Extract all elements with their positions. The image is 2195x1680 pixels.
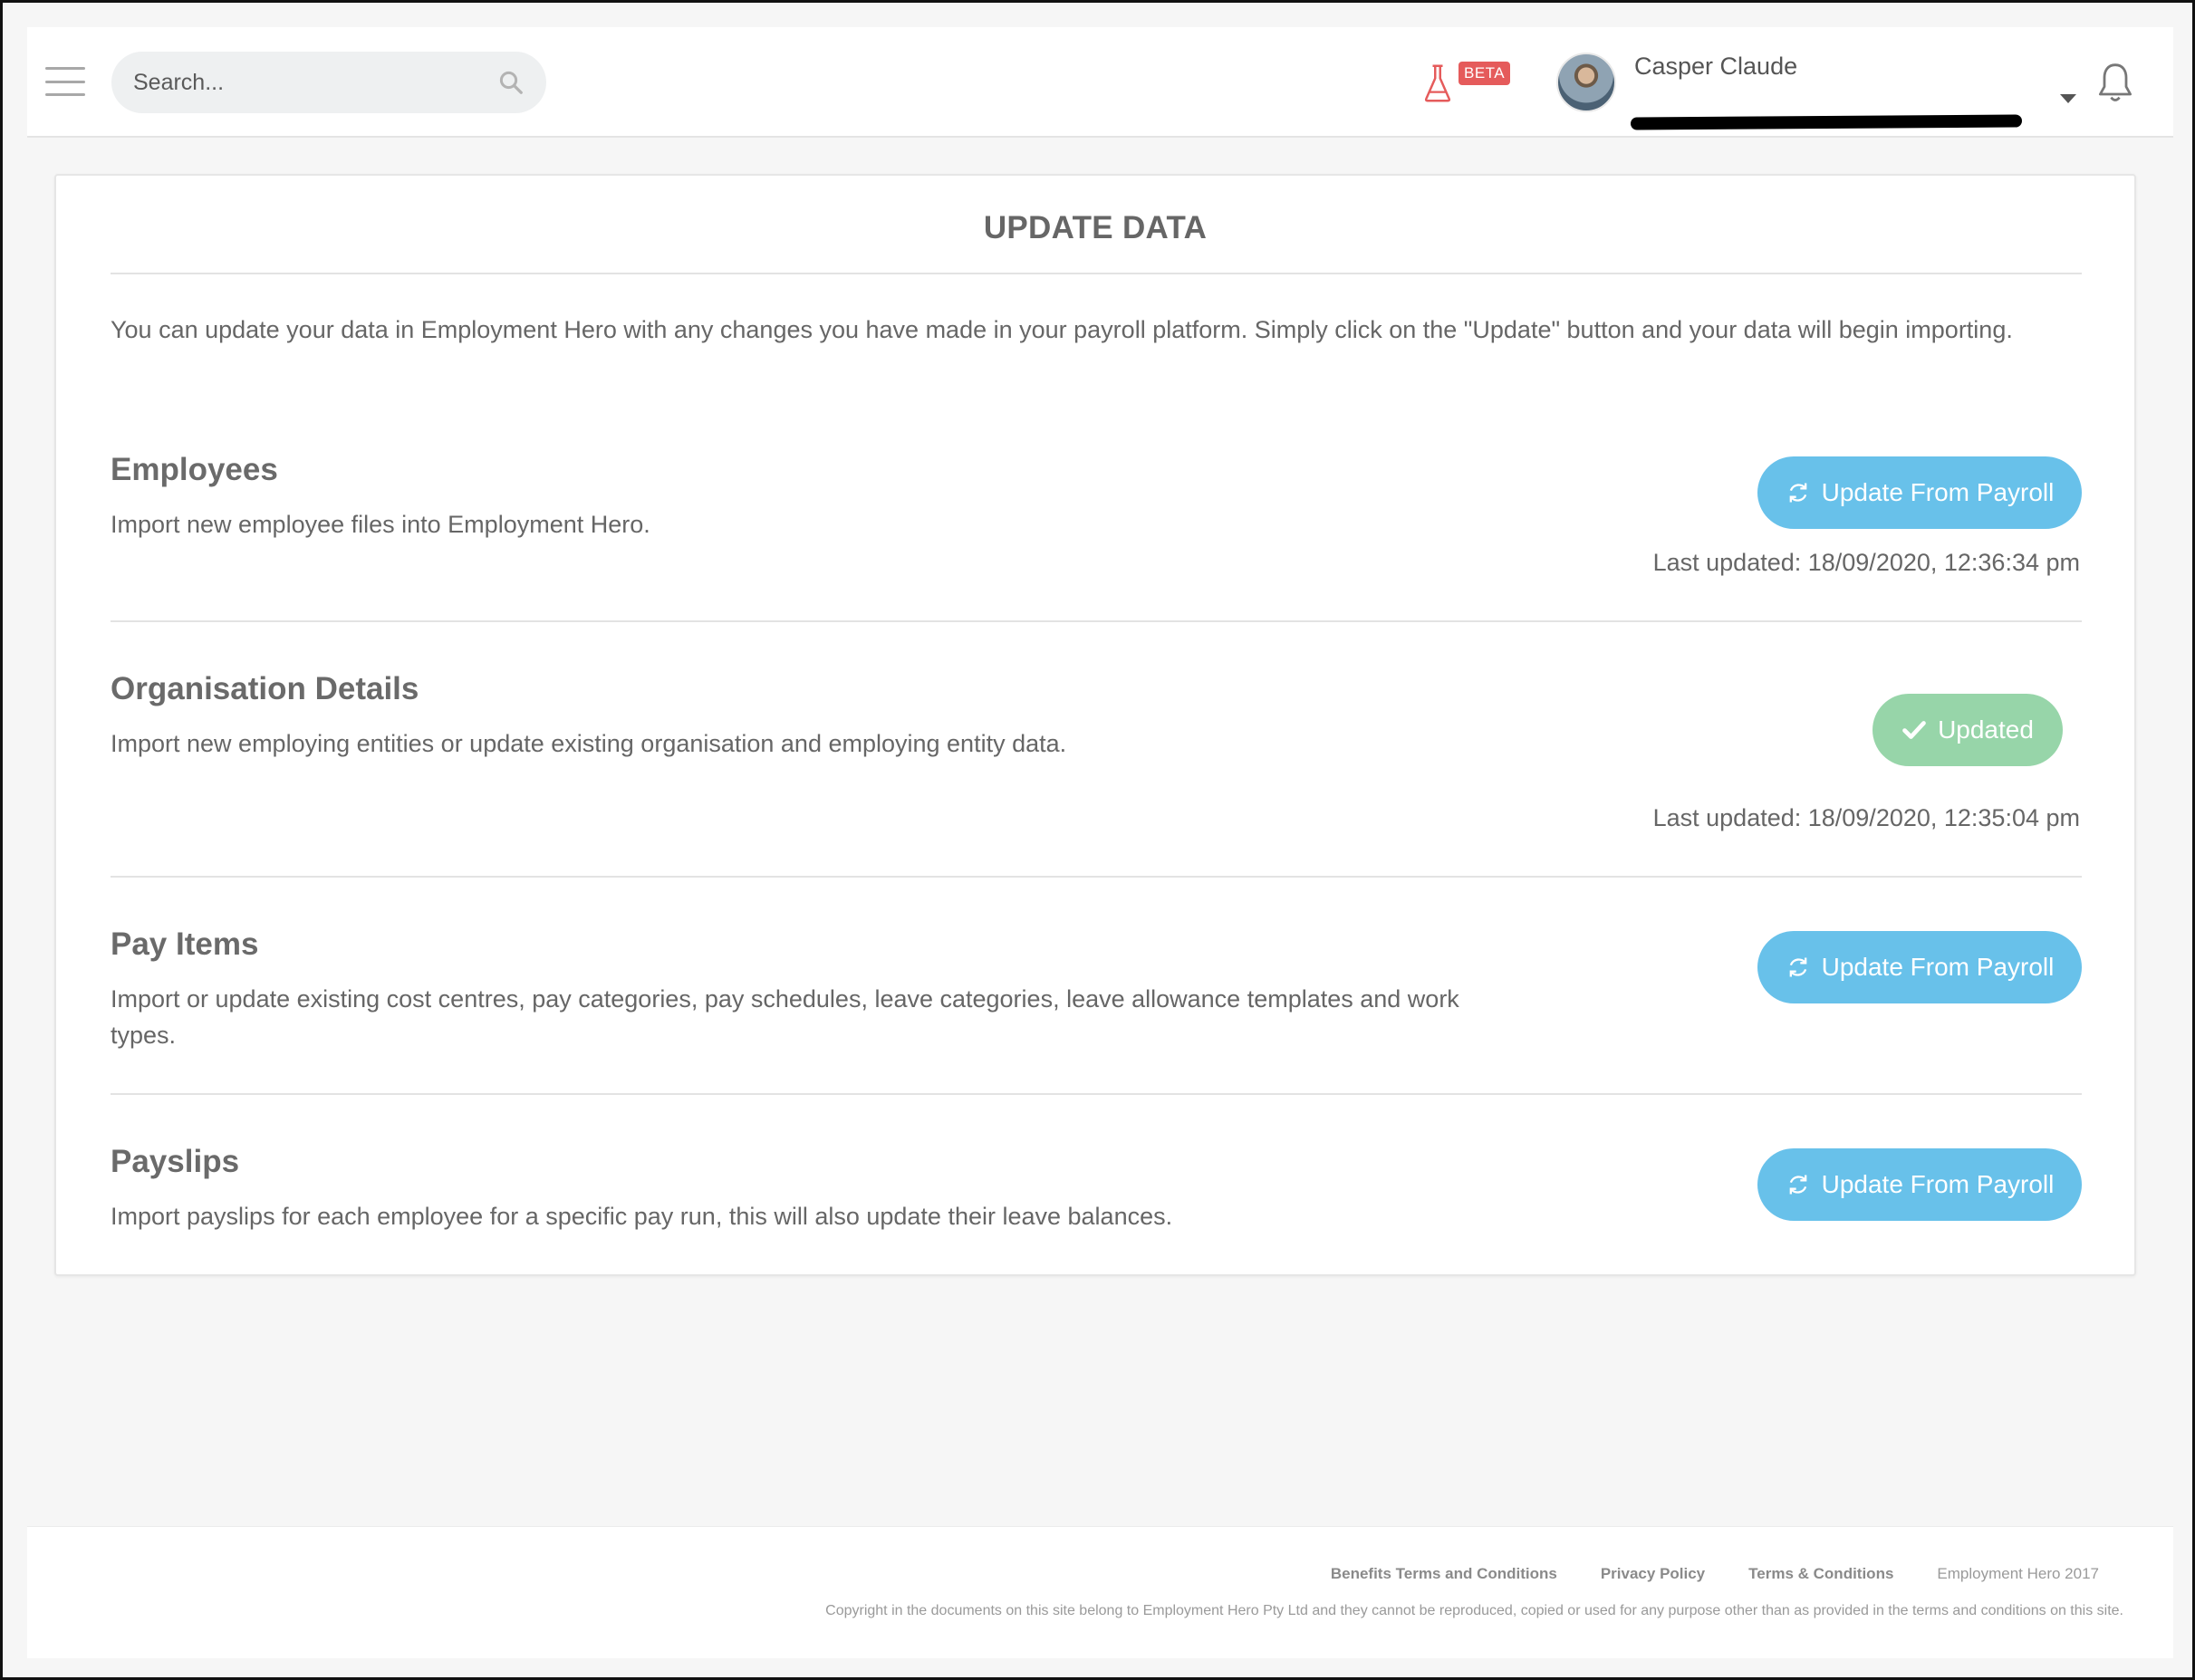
- beta-badge: BETA: [1459, 62, 1511, 85]
- footer: Benefits Terms and Conditions Privacy Po…: [27, 1526, 2173, 1658]
- refresh-icon: [1789, 1175, 1806, 1195]
- footer-brand: Employment Hero 2017: [1937, 1565, 2099, 1582]
- bell-icon[interactable]: [2094, 62, 2136, 105]
- button-label: Update From Payroll: [1821, 478, 2055, 506]
- section-divider: [111, 620, 2082, 622]
- section-title-payslips: Payslips: [111, 1144, 240, 1179]
- section-title-organisation: Organisation Details: [111, 671, 419, 706]
- section-divider: [111, 876, 2082, 878]
- app-frame: BETA Casper Claude UPDATE DATA You can u…: [0, 0, 2195, 1680]
- avatar: [1556, 53, 1616, 112]
- update-data-card: UPDATE DATA You can update your data in …: [54, 174, 2136, 1276]
- footer-link-privacy-policy[interactable]: Privacy Policy: [1601, 1565, 1705, 1583]
- search-input[interactable]: [133, 69, 497, 96]
- update-pay-items-button[interactable]: Update From Payroll: [1757, 931, 2082, 1003]
- section-title-employees: Employees: [111, 452, 278, 487]
- beta-features[interactable]: BETA: [1422, 62, 1511, 103]
- section-divider: [111, 1093, 2082, 1095]
- section-title-pay-items: Pay Items: [111, 926, 259, 962]
- update-employees-button[interactable]: Update From Payroll: [1757, 456, 2082, 529]
- page-title: UPDATE DATA: [983, 210, 1208, 245]
- last-updated-organisation: Last updated: 18/09/2020, 12:35:04 pm: [1652, 804, 2080, 831]
- button-label: Updated: [1938, 715, 2034, 744]
- check-icon: [1902, 721, 1926, 739]
- search-box[interactable]: [111, 52, 546, 113]
- intro-text: You can update your data in Employment H…: [111, 316, 2013, 343]
- section-desc-organisation: Import new employing entities or update …: [111, 730, 1067, 757]
- section-desc-payslips: Import payslips for each employee for a …: [111, 1203, 1173, 1230]
- top-navigation-bar: BETA Casper Claude: [27, 27, 2173, 138]
- update-payslips-button[interactable]: Update From Payroll: [1757, 1148, 2082, 1221]
- search-icon[interactable]: [497, 69, 525, 96]
- footer-links: Benefits Terms and Conditions Privacy Po…: [1331, 1565, 2099, 1583]
- last-updated-employees: Last updated: 18/09/2020, 12:36:34 pm: [1652, 549, 2080, 576]
- refresh-icon: [1789, 483, 1806, 503]
- footer-link-benefits-terms[interactable]: Benefits Terms and Conditions: [1331, 1565, 1557, 1583]
- redacted-user-detail: [1630, 114, 2023, 130]
- refresh-icon: [1789, 957, 1806, 977]
- organisation-updated-button[interactable]: Updated: [1872, 694, 2063, 766]
- button-label: Update From Payroll: [1821, 1170, 2055, 1198]
- user-name: Casper Claude: [1634, 53, 1798, 80]
- title-divider: [111, 273, 2082, 274]
- menu-icon[interactable]: [45, 67, 85, 96]
- caret-down-icon[interactable]: [2060, 94, 2076, 103]
- flask-icon: [1424, 64, 1451, 102]
- user-menu[interactable]: Casper Claude: [1556, 49, 2100, 130]
- section-desc-employees: Import new employee files into Employmen…: [111, 511, 650, 538]
- section-desc-pay-items: Import or update existing cost centres, …: [111, 985, 1459, 1049]
- footer-link-terms-conditions[interactable]: Terms & Conditions: [1748, 1565, 1893, 1583]
- button-label: Update From Payroll: [1821, 953, 2055, 981]
- footer-copyright: Copyright in the documents on this site …: [825, 1603, 2123, 1618]
